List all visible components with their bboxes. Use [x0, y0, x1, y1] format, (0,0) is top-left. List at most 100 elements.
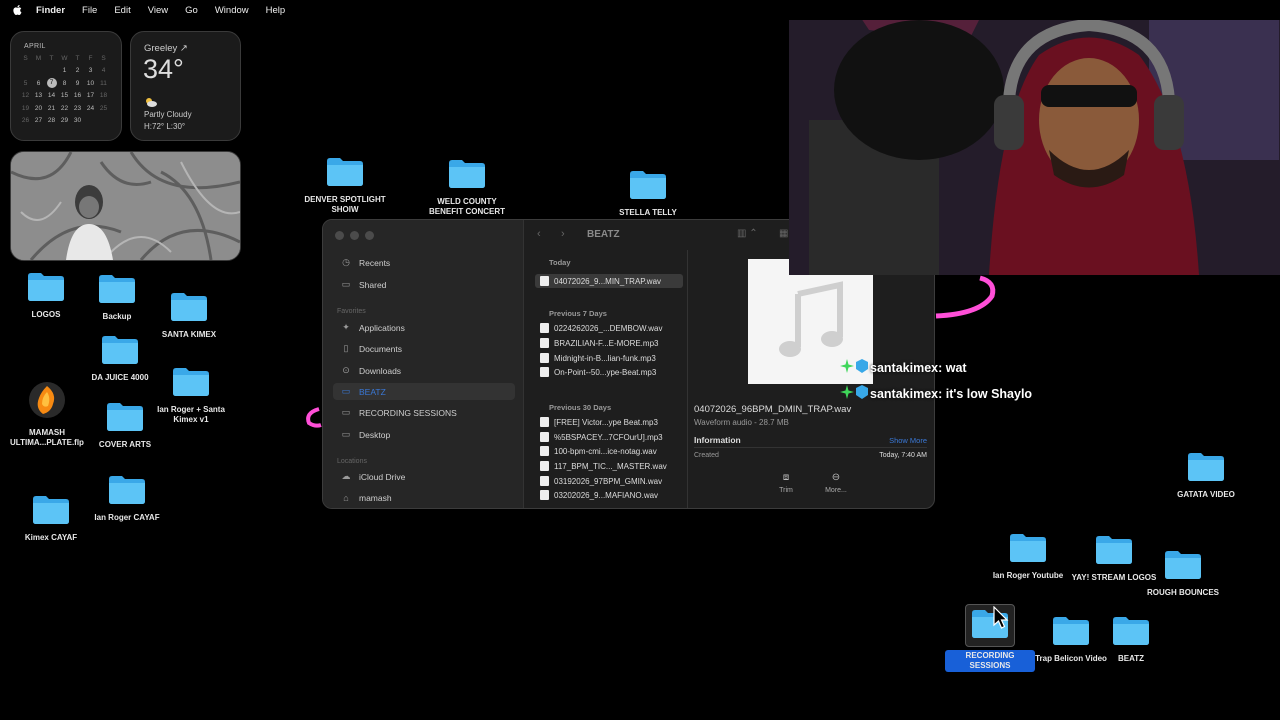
sparkle-badge-icon [840, 385, 868, 402]
audio-file-icon [540, 446, 549, 456]
calendar-day: 28 [45, 115, 58, 128]
sidebar-item-icloud-drive[interactable]: ☁ iCloud Drive [333, 468, 515, 485]
folder-icon [1086, 614, 1176, 651]
audio-file-icon [540, 353, 549, 363]
file-item[interactable]: 117_BPM_TIC..._MASTER.wav [535, 459, 683, 473]
file-item[interactable]: 100-bpm-cmi...ice-notag.wav [535, 444, 683, 458]
calendar-day-number: 14 [47, 92, 56, 100]
show-more-link[interactable]: Show More [889, 436, 927, 445]
calendar-day: 19 [19, 102, 32, 115]
file-name: BRAZILIAN-F...E-MORE.mp3 [554, 338, 659, 348]
calendar-day: 9 [71, 77, 84, 90]
folder-icon [300, 155, 390, 192]
calendar-day-number: 30 [73, 117, 82, 125]
more-button[interactable]: ⊖ More... [816, 472, 856, 494]
close-window-button[interactable] [335, 231, 344, 240]
desktop-icon-ian-roger-cayaf[interactable]: Ian Roger CAYAF [82, 473, 172, 523]
minimize-window-button[interactable] [350, 231, 359, 240]
calendar-day: 3 [84, 65, 97, 78]
sidebar-item-label: Documents [359, 343, 402, 354]
sidebar-section-favorites: Favorites [337, 308, 366, 315]
file-item[interactable]: 04072026_9...MIN_TRAP.wav [535, 274, 683, 288]
menu-window[interactable]: Window [215, 5, 249, 16]
streamer-webcam-image [789, 0, 1280, 275]
sidebar-item-downloads[interactable]: ⊙ Downloads [333, 362, 515, 379]
forward-button[interactable]: › [561, 228, 565, 240]
calendar-day: 20 [32, 102, 45, 115]
desktop-icon-label: STELLA TELLY [619, 208, 677, 217]
menu-file[interactable]: File [82, 5, 97, 16]
file-name: 117_BPM_TIC..._MASTER.wav [554, 461, 667, 471]
desktop-icon-mamash-ultima-plate-flp[interactable]: MAMASH ULTIMA...PLATE.flp [2, 380, 92, 448]
file-item[interactable]: On-Point--50...ype-Beat.mp3 [535, 365, 683, 379]
sidebar-item-applications[interactable]: ✦ Applications [333, 319, 515, 336]
file-item[interactable]: 0224262026_...DEMBOW.wav [535, 321, 683, 335]
calendar-day [32, 65, 45, 78]
calendar-day-number: 2 [75, 67, 80, 75]
sidebar-item-desktop[interactable]: ▭ Desktop [333, 426, 515, 443]
neon-light-decoration [935, 275, 996, 319]
calendar-day-number: 15 [60, 92, 69, 100]
trim-button[interactable]: ⧈ Trim [766, 472, 806, 494]
weekday: T [75, 54, 80, 62]
folder-icon [144, 290, 234, 327]
view-options-icon[interactable]: ▥ ⌃ [737, 228, 758, 239]
grid-view-icon[interactable]: ▦ [779, 228, 788, 239]
calendar-day-number: 11 [100, 79, 107, 87]
weather-widget[interactable]: Greeley ↗ 34° Partly Cloudy H:72° L:30° [130, 31, 241, 141]
calendar-day-number: 16 [73, 92, 82, 100]
desktop-icon-recording-sessions[interactable]: RECORDING SESSIONS [945, 604, 1035, 673]
desktop-icon-label: ROUGH BOUNCES [1146, 588, 1219, 597]
calendar-day: 16 [71, 90, 84, 103]
desktop-icon-label: Kimex CAYAF [24, 533, 78, 542]
window-controls [335, 231, 374, 240]
file-column: Today 04072026_9...MIN_TRAP.wav Previous… [527, 250, 688, 508]
sidebar-item-shared[interactable]: ▭ Shared [333, 276, 515, 293]
file-item[interactable]: 03192026_97BPM_GMIN.wav [535, 474, 683, 488]
calendar-day: 13 [32, 90, 45, 103]
desktop-icon-denver-spotlight-shoiw[interactable]: DENVER SPOTLIGHT SHOIW [300, 155, 390, 215]
menu-finder[interactable]: Finder [36, 5, 65, 16]
calendar-day [97, 115, 110, 128]
file-name: 03192026_97BPM_GMIN.wav [554, 476, 663, 486]
menu-view[interactable]: View [148, 5, 168, 16]
chat-text: it's low Shaylo [945, 386, 1033, 401]
file-item[interactable]: [FREE] Victor...ype Beat.mp3 [535, 415, 683, 429]
file-item[interactable]: 03202026_9...MAFIANO.wav [535, 488, 683, 502]
sidebar-item-documents[interactable]: ▯ Documents [333, 340, 515, 357]
photo-widget[interactable] [10, 151, 241, 261]
desktop-icon-gatata-video[interactable]: GATATA VIDEO [1161, 450, 1251, 500]
weather-hilo: H:72° L:30° [144, 122, 186, 131]
back-button[interactable]: ‹ [537, 228, 541, 240]
weekday: T [49, 54, 54, 62]
menu-help[interactable]: Help [266, 5, 286, 16]
desktop-icon-beatz[interactable]: BEATZ [1086, 614, 1176, 664]
file-item[interactable]: BRAZILIAN-F...E-MORE.mp3 [535, 336, 683, 350]
desktop-icon-rough-bounces[interactable]: ROUGH BOUNCES [1138, 548, 1228, 598]
sidebar-item-label: BEATZ [359, 386, 386, 397]
sidebar-item-recording-sessions[interactable]: ▭ RECORDING SESSIONS [333, 404, 515, 421]
desktop-icon-weld-county-benefit-concert[interactable]: WELD COUNTY BENEFIT CONCERT [422, 157, 512, 217]
calendar-day-number: 20 [34, 104, 43, 112]
apple-menu-icon[interactable] [12, 4, 24, 16]
webcam-overlay [789, 0, 1280, 275]
file-item[interactable]: Midnight-in-B...lian-funk.mp3 [535, 351, 683, 365]
desktop-icon-label: BEATZ [1117, 654, 1145, 663]
desktop-icon-ian-roger-santa-kimex-v1[interactable]: Ian Roger + Santa Kimex v1 [146, 365, 236, 425]
desktop-icon-ian-roger-youtube[interactable]: Ian Roger Youtube [983, 531, 1073, 581]
menu-go[interactable]: Go [185, 5, 198, 16]
sidebar-item-mamash[interactable]: ⌂ mamash [333, 489, 515, 506]
weekday: F [88, 54, 93, 62]
file-item[interactable]: %5BSPACEY...7CFOurU].mp3 [535, 430, 683, 444]
sidebar-item-recents[interactable]: ◷ Recents [333, 254, 515, 271]
menu-edit[interactable]: Edit [114, 5, 130, 16]
created-value: Today, 7:40 AM [879, 452, 927, 459]
calendar-day: 8 [58, 77, 71, 90]
desktop-icon-stella-telly[interactable]: STELLA TELLY [603, 168, 693, 218]
sidebar-item-beatz[interactable]: ▭ BEATZ [333, 383, 515, 400]
fl-studio-file-icon [2, 380, 92, 425]
calendar-day: 4 [97, 65, 110, 78]
zoom-window-button[interactable] [365, 231, 374, 240]
calendar-widget[interactable]: APRIL S M T W T F S 1 2 3 4 5 6 7 8 9 10 11 12 13 14 1… [10, 31, 122, 141]
calendar-day-number: 13 [34, 92, 43, 100]
